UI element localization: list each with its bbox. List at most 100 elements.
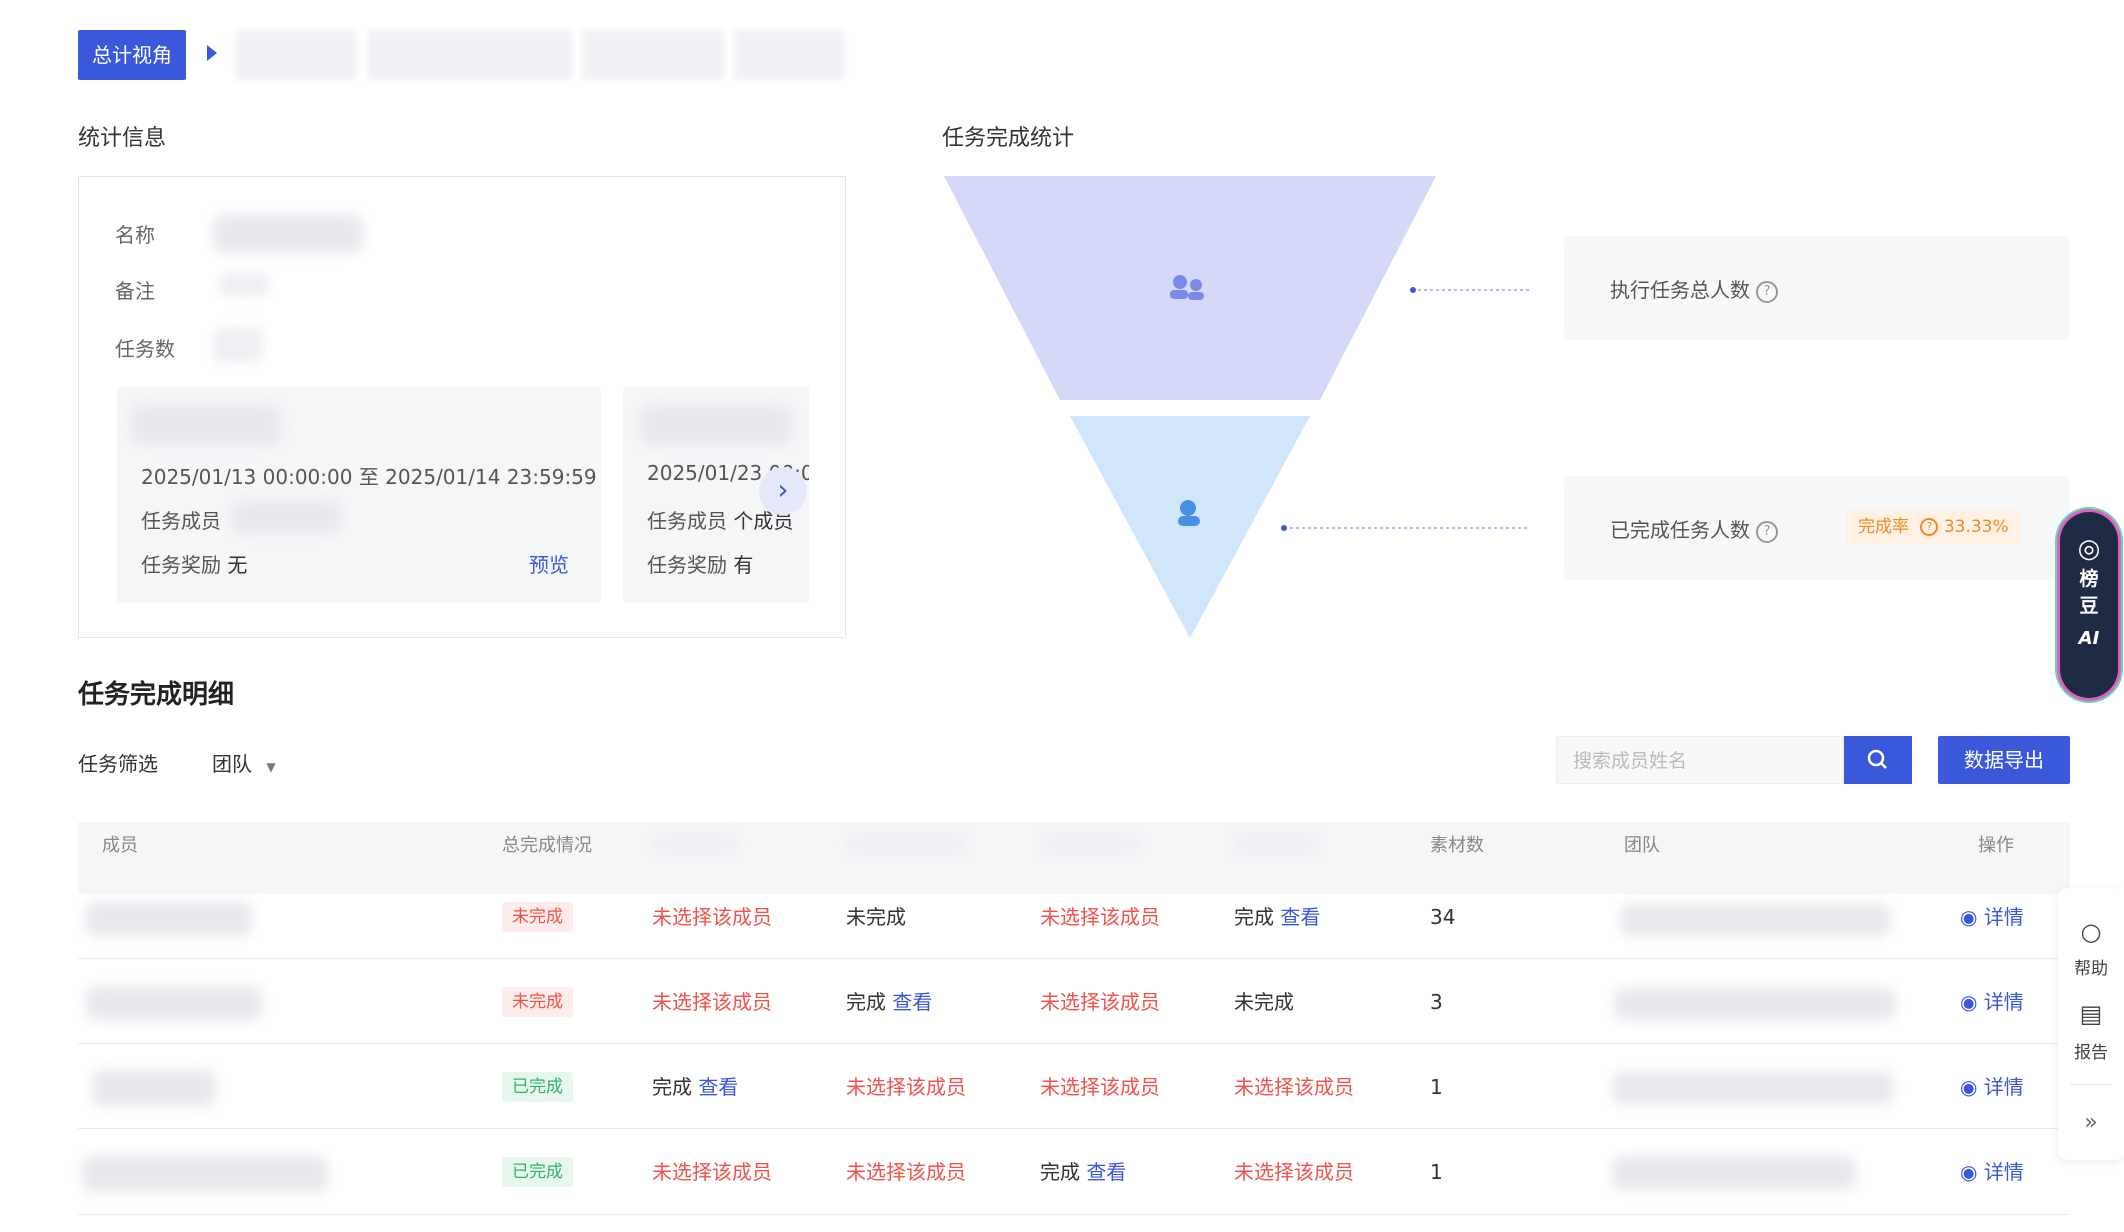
breadcrumb-item-redacted[interactable] (582, 30, 724, 80)
task-status: 完成 查看 (652, 1075, 739, 1099)
completed-panel: 已完成任务人数? 完成率 ? 33.33% (1564, 476, 2070, 580)
export-data-button[interactable]: 数据导出 (1938, 736, 2070, 784)
task-status: 完成 查看 (1234, 905, 1321, 929)
col-materials[interactable]: 素材数 (1430, 836, 1484, 856)
task-count-label: 任务数 (115, 337, 175, 361)
task-status: 完成 查看 (1040, 1160, 1127, 1184)
view-link[interactable]: 查看 (892, 990, 932, 1014)
filter-label: 任务筛选 (78, 752, 158, 776)
status-badge: 未完成 (502, 987, 573, 1017)
report-button[interactable]: 报告 (2058, 1038, 2124, 1063)
task-status: 未完成 (846, 905, 906, 929)
eye-icon: ◉ (1960, 1160, 1978, 1184)
detail-link[interactable]: ◉ 详情 (1960, 1073, 2024, 1101)
ai-label: 豆 (2079, 595, 2099, 617)
task-card: 2025/01/13 00:00:00 至 2025/01/14 23:59:5… (117, 387, 601, 603)
view-link[interactable]: 查看 (698, 1075, 738, 1099)
col-team[interactable]: 团队 (1624, 836, 1660, 856)
col-task-redacted[interactable] (1234, 832, 1320, 856)
help-circle-icon[interactable]: ? (1756, 280, 1778, 303)
task-status: 未选择该成员 (846, 1075, 966, 1099)
collapse-button[interactable]: » (2058, 1110, 2124, 1135)
task-members: 任务成员 (141, 509, 221, 533)
remark-value-redacted (219, 273, 269, 297)
member-name-redacted (92, 1070, 216, 1106)
funnel-bottom-segment (1070, 416, 1310, 638)
detail-link[interactable]: ◉ 详情 (1960, 1158, 2024, 1186)
divider (2070, 1084, 2112, 1085)
breadcrumb-item-redacted[interactable] (368, 30, 572, 80)
funnel-top-segment (944, 176, 1436, 400)
breadcrumb-overview[interactable]: 总计视角 (78, 30, 186, 80)
materials-count: 1 (1430, 1075, 1443, 1099)
col-task-redacted[interactable] (846, 832, 966, 856)
team-redacted (1612, 1156, 1856, 1190)
caret-down-icon: ▼ (266, 760, 276, 774)
next-card-button[interactable]: › (759, 467, 807, 515)
materials-count: 1 (1430, 1160, 1443, 1184)
help-circle-icon[interactable]: ? (1756, 520, 1778, 543)
task-status: 未选择该成员 (1040, 905, 1160, 929)
detail-title: 任务完成明细 (78, 680, 235, 710)
search-button[interactable] (1844, 736, 1912, 784)
task-status: 未完成 (1234, 990, 1294, 1014)
lightbulb-icon[interactable]: ○ (2058, 918, 2124, 946)
task-status: 未选择该成员 (1234, 1075, 1354, 1099)
total-executors-panel: 执行任务总人数? (1564, 236, 2070, 340)
row-divider (78, 1214, 2070, 1215)
col-task-redacted[interactable] (652, 832, 738, 856)
team-filter-select[interactable]: 团队 ▼ (212, 748, 276, 777)
task-status: 未选择该成员 (1040, 990, 1160, 1014)
completion-rate-badge: 完成率 ? 33.33% (1846, 510, 2021, 544)
team-redacted (1614, 988, 1896, 1020)
help-circle-icon: ? (1920, 518, 1939, 536)
breadcrumb-item-redacted[interactable] (734, 30, 844, 80)
ai-assistant-button[interactable]: ◎ 榜 豆 AI (2060, 512, 2118, 698)
task-reward: 任务奖励 有 (647, 553, 754, 577)
eye-icon: ◉ (1960, 1075, 1978, 1099)
team-redacted (1620, 904, 1890, 936)
task-status: 完成 查看 (846, 990, 933, 1014)
col-member[interactable]: 成员 (102, 836, 138, 856)
row-divider (78, 1043, 2070, 1044)
task-status: 未选择该成员 (1040, 1075, 1160, 1099)
chevron-right-icon: › (777, 473, 789, 506)
preview-link[interactable]: 预览 (529, 549, 569, 578)
materials-count: 3 (1430, 990, 1443, 1014)
col-action: 操作 (1978, 835, 2014, 856)
team-redacted (1612, 1072, 1894, 1104)
eye-icon: ◉ (1960, 990, 1978, 1014)
ai-label: AI (2078, 628, 2100, 649)
view-link[interactable]: 查看 (1280, 905, 1320, 929)
task-status: 未选择该成员 (846, 1160, 966, 1184)
detail-link[interactable]: ◉ 详情 (1960, 903, 2024, 931)
funnel-title: 任务完成统计 (942, 126, 1075, 151)
stats-title: 统计信息 (78, 126, 167, 151)
col-overall[interactable]: 总完成情况 (502, 836, 592, 856)
view-link[interactable]: 查看 (1086, 1160, 1126, 1184)
row-divider (78, 1128, 2070, 1129)
report-icon[interactable]: ▤ (2058, 1000, 2124, 1028)
materials-count: 34 (1430, 905, 1456, 929)
completed-label: 已完成任务人数? (1610, 514, 1778, 543)
name-value-redacted (213, 215, 363, 253)
task-name-redacted (131, 405, 281, 445)
ai-logo-icon: ◎ (2077, 534, 2101, 564)
task-reward: 任务奖励 无 (141, 553, 248, 577)
stats-card: 名称 备注 任务数 2025/01/13 00:00:00 至 2025/01/… (78, 176, 846, 638)
status-badge: 已完成 (502, 1157, 573, 1187)
remark-label: 备注 (115, 279, 155, 303)
eye-icon: ◉ (1960, 905, 1978, 929)
member-name-redacted (86, 986, 262, 1020)
task-status: 未选择该成员 (1234, 1160, 1354, 1184)
search-input[interactable]: 搜索成员姓名 (1556, 736, 1844, 784)
col-task-redacted[interactable] (1040, 832, 1140, 856)
task-status: 未选择该成员 (652, 1160, 772, 1184)
status-badge: 未完成 (502, 902, 573, 932)
breadcrumb-item-redacted[interactable] (236, 30, 356, 80)
member-name-redacted (86, 902, 252, 936)
search-icon (1867, 749, 1887, 769)
help-button[interactable]: 帮助 (2058, 954, 2124, 979)
detail-link[interactable]: ◉ 详情 (1960, 988, 2024, 1016)
breadcrumb-arrow-icon (207, 45, 217, 61)
